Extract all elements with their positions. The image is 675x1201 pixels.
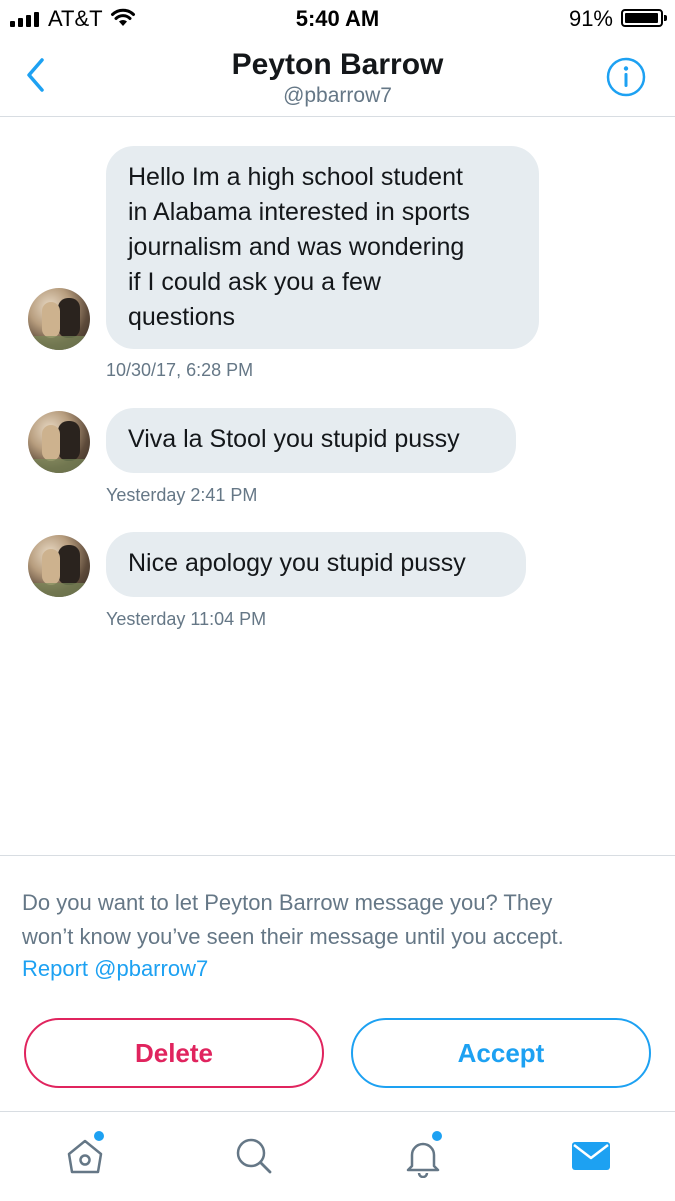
- info-icon[interactable]: [605, 56, 647, 98]
- message-timestamp: 10/30/17, 6:28 PM: [106, 360, 254, 380]
- delete-button[interactable]: Delete: [24, 1018, 324, 1088]
- message-timestamp: Yesterday 11:04 PM: [106, 609, 267, 629]
- messages-icon: [572, 1142, 610, 1170]
- status-bar: AT&T 5:40 AM 91%: [0, 0, 675, 38]
- notification-dot: [93, 1130, 105, 1142]
- message-line: Viva la Stool you stupid pussy: [128, 425, 460, 453]
- message-timestamp: Yesterday 2:41 PM: [106, 485, 258, 505]
- notification-dot: [431, 1130, 443, 1142]
- message-bubble[interactable]: Viva la Stool you stupid pussy: [106, 408, 516, 473]
- report-link[interactable]: Report @pbarrow7: [22, 956, 208, 982]
- message-item: Nice apology you stupid pussy Yesterday …: [0, 532, 675, 632]
- message-request-panel: Do you want to let Peyton Barrow message…: [0, 855, 675, 1112]
- request-prompt-line: Do you want to let Peyton Barrow message…: [22, 890, 553, 915]
- avatar[interactable]: [28, 535, 90, 597]
- message-item: Hello Im a high school student in Alabam…: [0, 146, 675, 386]
- avatar[interactable]: [28, 411, 90, 473]
- tab-bar: [0, 1111, 675, 1201]
- request-prompt-line: won’t know you’ve seen their message unt…: [22, 924, 564, 949]
- battery-percentage: 91%: [568, 6, 613, 31]
- avatar[interactable]: [28, 288, 90, 350]
- message-line: in Alabama interested in sports: [128, 198, 470, 226]
- tab-search[interactable]: [232, 1134, 276, 1178]
- message-line: questions: [128, 303, 236, 331]
- conversation-header: Peyton Barrow @pbarrow7: [0, 38, 675, 117]
- tab-messages[interactable]: [569, 1134, 613, 1178]
- battery-icon: [621, 9, 667, 27]
- message-line: journalism and was wondering: [128, 233, 465, 261]
- search-icon: [236, 1138, 272, 1174]
- tab-home[interactable]: [63, 1130, 107, 1178]
- message-bubble[interactable]: Nice apology you stupid pussy: [106, 532, 526, 597]
- message-item: Viva la Stool you stupid pussy Yesterday…: [0, 408, 675, 508]
- conversation-title[interactable]: Peyton Barrow: [0, 48, 675, 82]
- message-bubble[interactable]: Hello Im a high school student in Alabam…: [106, 146, 539, 349]
- message-line: if I could ask you a few: [128, 268, 381, 296]
- accept-button[interactable]: Accept: [351, 1018, 651, 1088]
- conversation-handle: @pbarrow7: [283, 84, 392, 107]
- tab-notifications[interactable]: [401, 1130, 445, 1179]
- message-line: Hello Im a high school student: [128, 163, 463, 191]
- request-prompt: Do you want to let Peyton Barrow message…: [22, 886, 652, 954]
- message-line: Nice apology you stupid pussy: [128, 549, 466, 577]
